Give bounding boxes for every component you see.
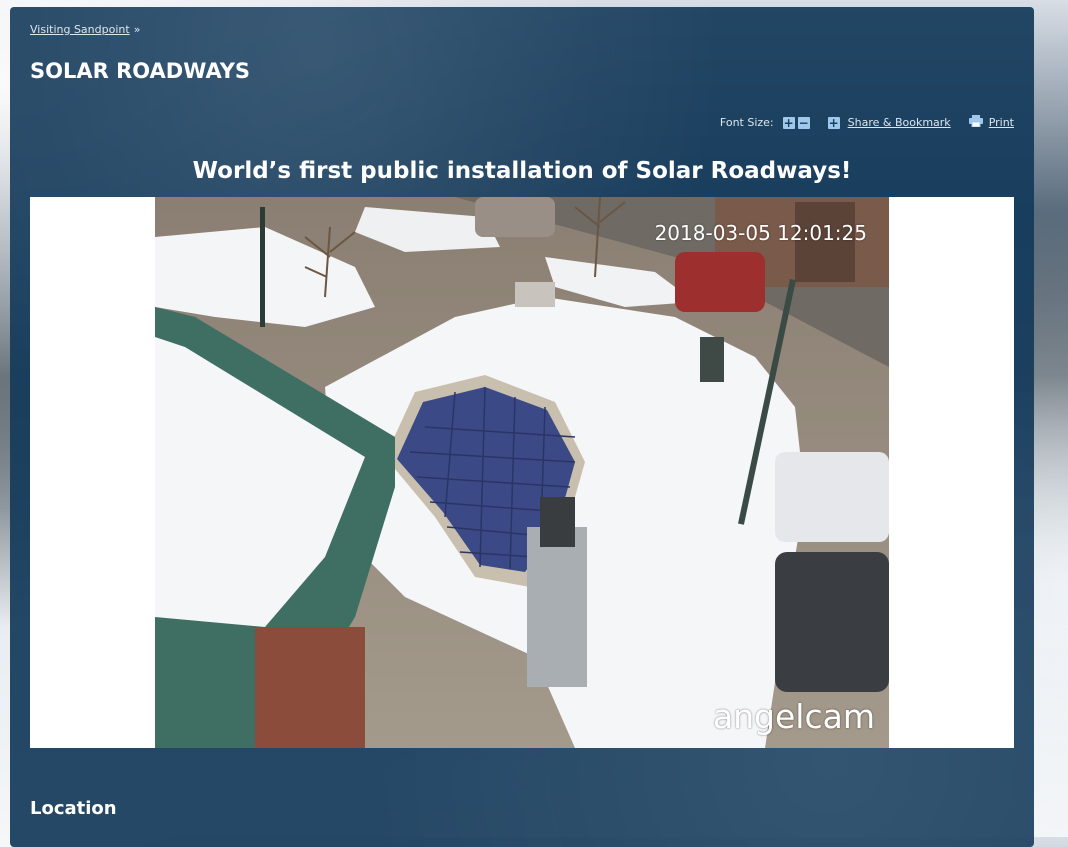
font-size-label: Font Size: xyxy=(719,116,774,129)
breadcrumb-separator: » xyxy=(133,23,141,36)
angelcam-watermark: angelcam xyxy=(712,697,875,736)
font-decrease-icon[interactable]: − xyxy=(797,116,810,129)
printer-icon xyxy=(968,115,983,130)
webcam-timestamp: 2018-03-05 12:01:25 xyxy=(654,221,867,245)
location-heading: Location xyxy=(30,798,117,819)
share-bookmark-button[interactable]: + Share & Bookmark xyxy=(827,115,951,130)
print-button[interactable]: Print xyxy=(968,115,1014,130)
webcam-frame: 2018-03-05 12:01:25 angelcam xyxy=(30,197,1014,748)
print-link[interactable]: Print xyxy=(989,116,1014,129)
page-title: SOLAR ROADWAYS xyxy=(30,59,251,83)
article-headline: World’s first public installation of Sol… xyxy=(192,158,852,184)
font-increase-icon[interactable]: + xyxy=(782,116,795,129)
breadcrumb-link-visiting-sandpoint[interactable]: Visiting Sandpoint xyxy=(30,23,130,36)
page-tools: Font Size: + − + Share & Bookmark Print xyxy=(720,115,1014,130)
webcam-scene-drawing xyxy=(155,197,889,748)
webcam-image[interactable]: 2018-03-05 12:01:25 angelcam xyxy=(155,197,889,748)
share-plus-icon: + xyxy=(827,115,840,130)
content-panel: Visiting Sandpoint» SOLAR ROADWAYS Font … xyxy=(10,7,1034,847)
breadcrumb: Visiting Sandpoint» xyxy=(30,23,140,36)
share-bookmark-link[interactable]: Share & Bookmark xyxy=(848,116,951,129)
